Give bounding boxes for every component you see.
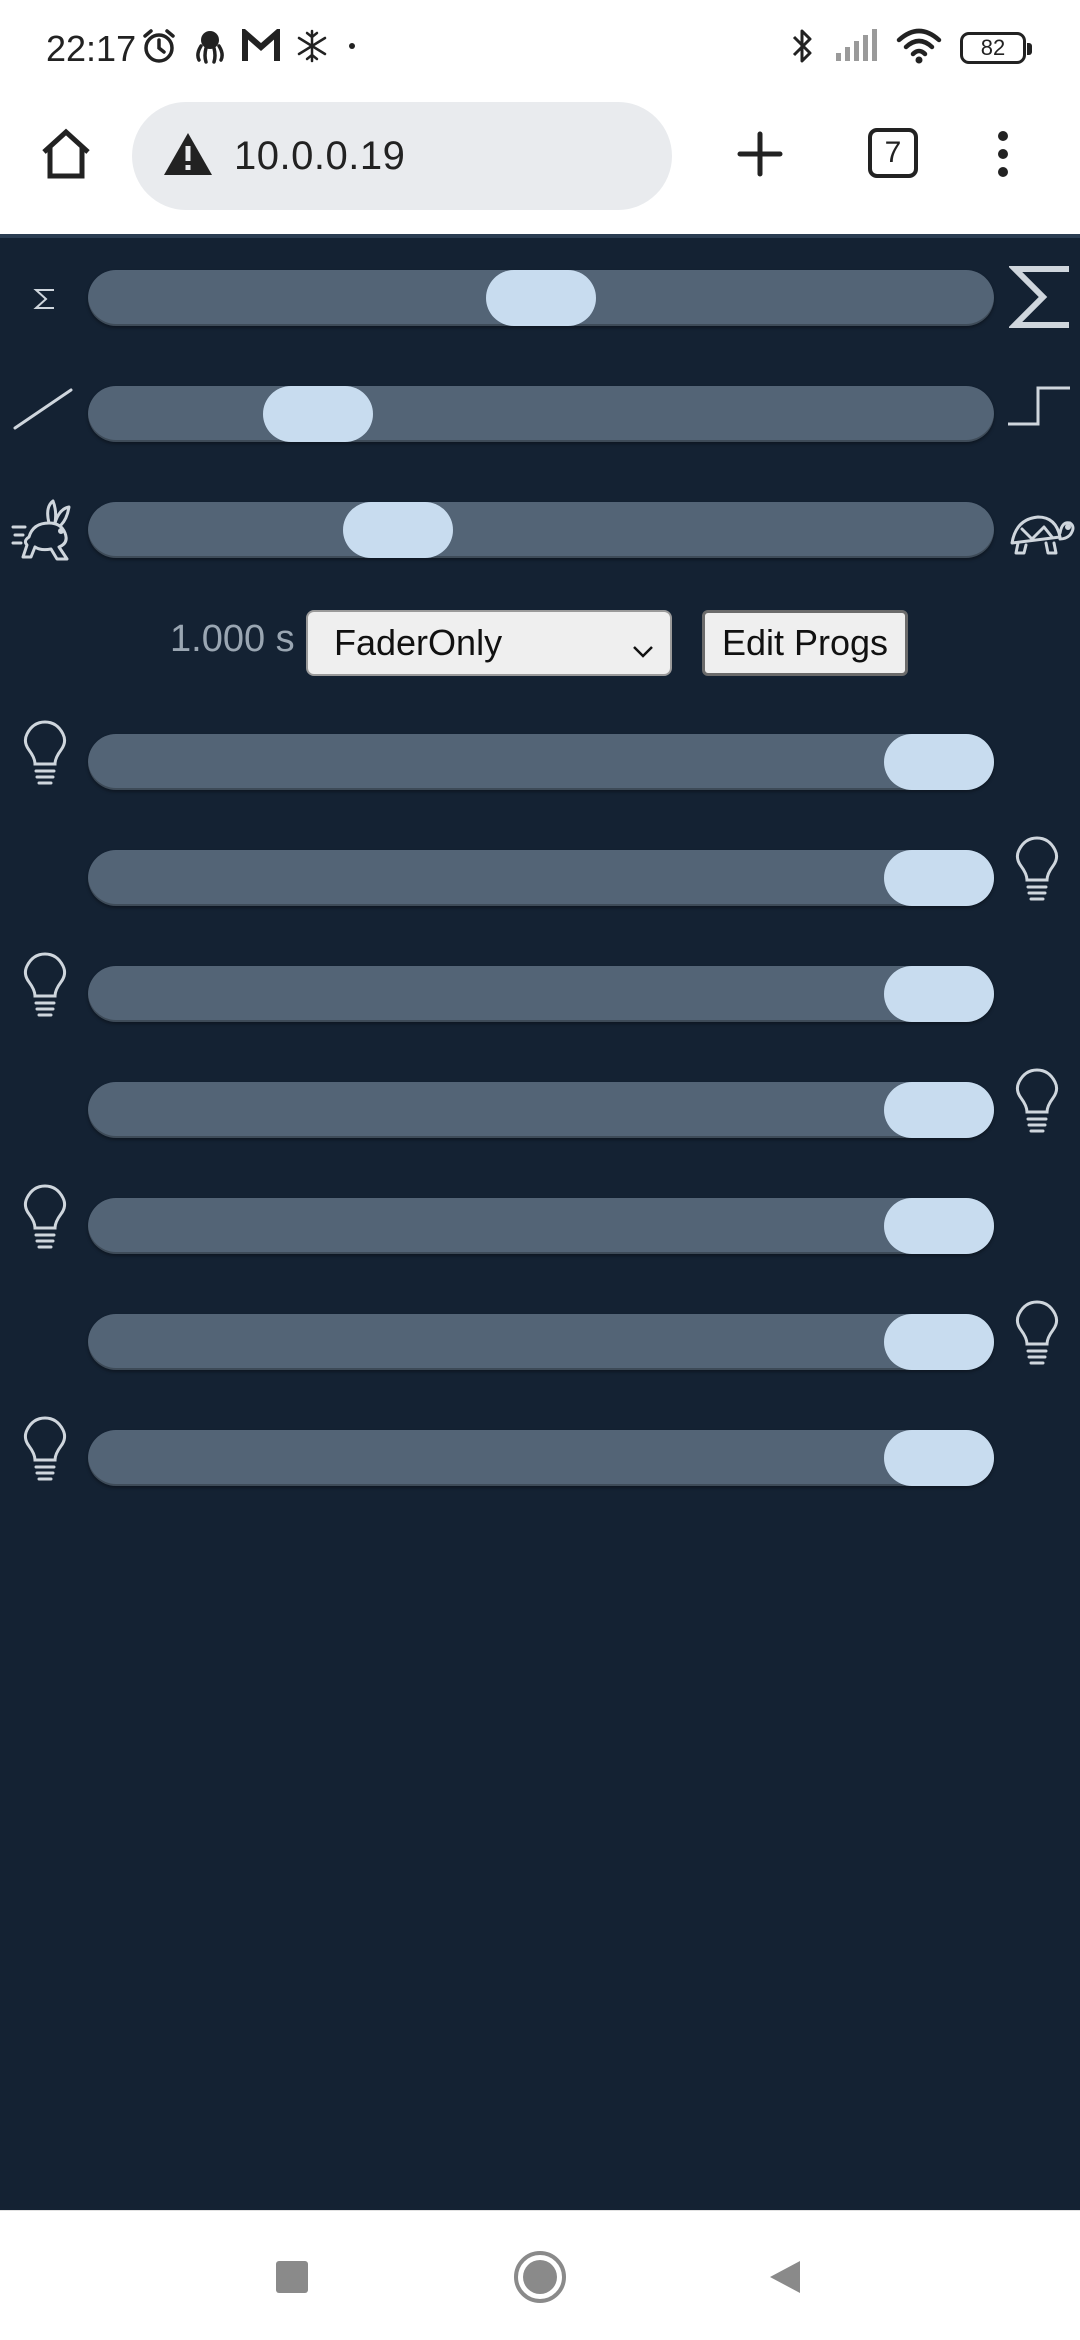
bulb-icon — [10, 952, 80, 1022]
browser-toolbar: 10.0.0.19 7 — [0, 98, 1080, 234]
slider-thumb[interactable] — [263, 386, 373, 442]
sigma-large-icon — [1002, 258, 1080, 336]
system-nav-bar — [0, 2210, 1080, 2340]
dot-icon — [344, 38, 360, 59]
bluetooth-icon — [790, 26, 816, 71]
battery-icon: 82 — [960, 32, 1032, 64]
slider-thumb[interactable] — [884, 1314, 994, 1370]
recents-icon[interactable] — [262, 2247, 322, 2307]
speed-slider[interactable] — [88, 502, 994, 558]
program-select[interactable]: FaderOnly — [306, 610, 672, 676]
more-menu-button[interactable] — [986, 124, 1020, 184]
rabbit-icon — [8, 494, 84, 570]
status-icons-left — [140, 25, 360, 70]
channel-slider-4[interactable] — [88, 1082, 994, 1138]
slider-thumb[interactable] — [884, 734, 994, 790]
gmail-icon — [242, 25, 280, 68]
signal-icon — [834, 28, 878, 68]
controls-row: 1.000 s FaderOnly Edit Progs — [0, 608, 1080, 678]
slider-thumb[interactable] — [486, 270, 596, 326]
status-bar: 22:17 82 — [0, 0, 1080, 98]
new-tab-button[interactable] — [730, 124, 790, 184]
home-circle-icon[interactable] — [510, 2247, 570, 2307]
channel-slider-7[interactable] — [88, 1430, 994, 1486]
bulb-icon — [10, 1416, 80, 1486]
step-icon — [1004, 372, 1074, 442]
turtle-icon — [1004, 496, 1078, 566]
channel-slider-5[interactable] — [88, 1198, 994, 1254]
duration-label: 1.000 s — [170, 618, 295, 660]
slider-thumb[interactable] — [884, 1430, 994, 1486]
back-icon[interactable] — [756, 2247, 816, 2307]
url-bar[interactable]: 10.0.0.19 — [132, 102, 672, 210]
curve-slider[interactable] — [88, 386, 994, 442]
chevron-down-icon[interactable] — [630, 632, 656, 674]
status-time: 22:17 — [46, 28, 137, 69]
channel-slider-2[interactable] — [88, 850, 994, 906]
bulb-icon — [10, 1184, 80, 1254]
master-slider[interactable] — [88, 270, 994, 326]
alarm-icon — [140, 27, 178, 70]
home-button[interactable] — [36, 124, 96, 184]
program-select-value[interactable]: FaderOnly — [334, 622, 502, 664]
sigma-icon — [10, 264, 80, 334]
channel-slider-6[interactable] — [88, 1314, 994, 1370]
octopus-icon — [192, 28, 228, 69]
status-icons-right: 82 — [790, 26, 1032, 71]
tab-switcher-button[interactable]: 7 — [868, 128, 918, 178]
slider-thumb[interactable] — [884, 1198, 994, 1254]
bulb-icon — [1002, 1068, 1072, 1138]
fader-app: 1.000 s FaderOnly Edit Progs — [0, 234, 1080, 2210]
ramp-icon — [8, 374, 78, 444]
slider-thumb[interactable] — [343, 502, 453, 558]
bulb-icon — [10, 720, 80, 790]
slider-thumb[interactable] — [884, 1082, 994, 1138]
channel-slider-1[interactable] — [88, 734, 994, 790]
slider-thumb[interactable] — [884, 850, 994, 906]
snowflake-icon — [294, 28, 330, 69]
channel-slider-3[interactable] — [88, 966, 994, 1022]
slider-thumb[interactable] — [884, 966, 994, 1022]
bulb-icon — [1002, 1300, 1072, 1370]
warning-icon[interactable] — [162, 131, 214, 182]
edit-progs-button[interactable]: Edit Progs — [702, 610, 908, 676]
url-text[interactable]: 10.0.0.19 — [234, 134, 405, 179]
bulb-icon — [1002, 836, 1072, 906]
wifi-icon — [896, 28, 942, 69]
